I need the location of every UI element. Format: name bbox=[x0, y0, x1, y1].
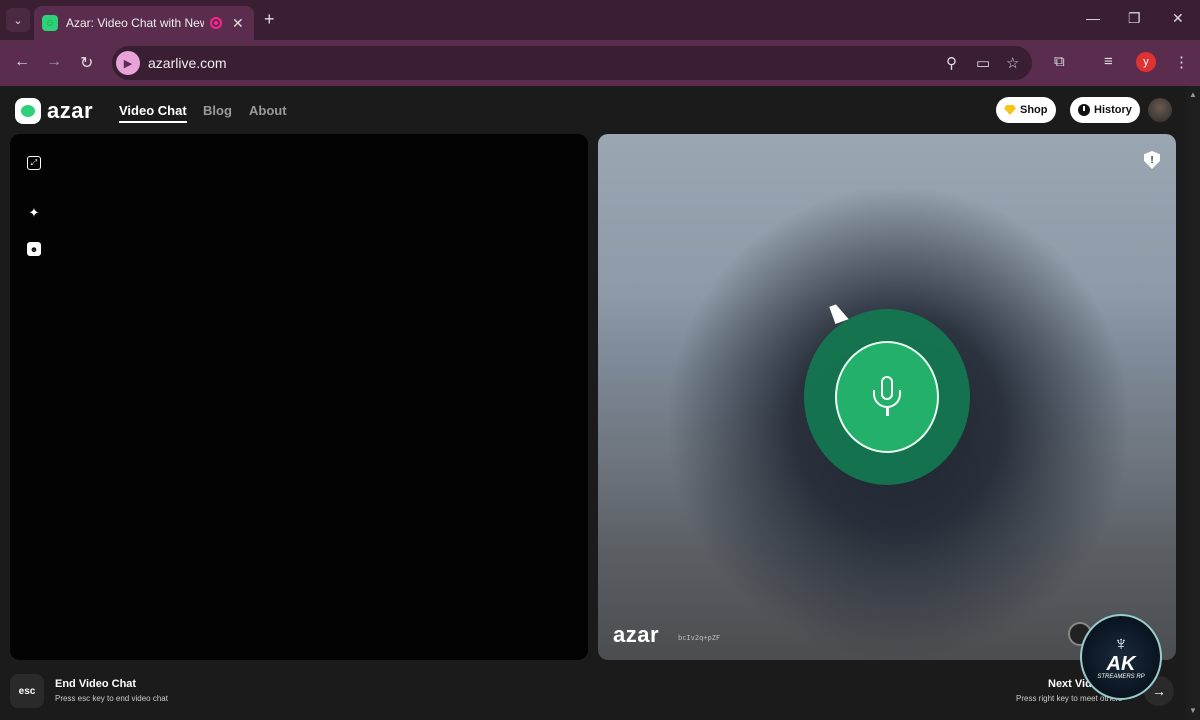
back-icon[interactable]: ← bbox=[14, 53, 30, 71]
azar-logo-icon bbox=[15, 98, 41, 124]
end-chat-hint: Press esc key to end video chat bbox=[55, 694, 168, 703]
url-text: azarlive.com bbox=[148, 55, 227, 71]
menu-icon[interactable]: ⋮ bbox=[1174, 53, 1189, 71]
logo-text: azar bbox=[47, 98, 94, 123]
shop-button[interactable]: Shop bbox=[996, 97, 1056, 123]
next-video-title: Next Vid bbox=[1048, 678, 1092, 690]
browser-toolbar: ← → ↻ ▶ azarlive.com ⚲ ▭ ☆ ⧉ ≡ y ⋮ bbox=[0, 40, 1200, 86]
address-bar[interactable]: ▶ azarlive.com ⚲ ▭ ☆ bbox=[112, 46, 1032, 80]
recording-icon bbox=[210, 17, 222, 29]
expand-icon[interactable]: ⤢ bbox=[27, 156, 41, 170]
clock-icon bbox=[1078, 104, 1090, 116]
badge-title: AK bbox=[1106, 653, 1136, 675]
browser-tab-bar: ⌄ ☺ Azar: Video Chat with New ✕ + — ❐ ✕ bbox=[0, 0, 1200, 40]
mic-icon bbox=[867, 372, 907, 422]
window-close-button[interactable]: ✕ bbox=[1172, 10, 1184, 27]
tab-title: Azar: Video Chat with New bbox=[66, 16, 204, 30]
scroll-up-icon[interactable]: ▲ bbox=[1189, 90, 1197, 99]
cast-icon[interactable]: ▭ bbox=[976, 54, 990, 72]
nav-blog[interactable]: Blog bbox=[203, 103, 232, 118]
reload-icon[interactable]: ↻ bbox=[80, 53, 93, 73]
azar-favicon-icon: ☺ bbox=[42, 15, 58, 31]
page-content: azar Video Chat Blog About Shop History … bbox=[0, 86, 1186, 720]
end-chat-title: End Video Chat bbox=[55, 678, 137, 690]
site-info-icon[interactable]: ▶ bbox=[116, 51, 140, 75]
search-icon[interactable]: ⚲ bbox=[946, 54, 957, 72]
streamer-badge: ♆ AK STREAMERS RP bbox=[1080, 614, 1162, 700]
tab-search-icon[interactable]: ⌄ bbox=[6, 8, 30, 32]
forward-icon[interactable]: → bbox=[46, 53, 62, 71]
shop-label: Shop bbox=[1020, 104, 1048, 116]
self-video-panel: ⤢ ✦ ☻ bbox=[10, 134, 588, 660]
browser-tab[interactable]: ☺ Azar: Video Chat with New ✕ bbox=[34, 6, 254, 40]
video-watermark-id: bcIv2q+pZF bbox=[678, 634, 721, 642]
video-watermark-logo: azar bbox=[613, 622, 660, 647]
nav-video-chat[interactable]: Video Chat bbox=[119, 103, 187, 123]
eagle-icon: ♆ bbox=[1113, 633, 1129, 655]
new-tab-button[interactable]: + bbox=[264, 9, 275, 30]
badge-subtitle: STREAMERS RP bbox=[1097, 674, 1145, 680]
star-icon[interactable]: ☆ bbox=[1006, 54, 1019, 72]
scroll-down-icon[interactable]: ▼ bbox=[1189, 706, 1197, 715]
azar-logo[interactable]: azar bbox=[15, 98, 93, 124]
shield-icon[interactable]: ! bbox=[1144, 151, 1160, 169]
history-label: History bbox=[1094, 104, 1132, 116]
media-icon[interactable]: ≡ bbox=[1104, 53, 1113, 70]
user-avatar[interactable] bbox=[1148, 98, 1172, 122]
mic-button[interactable] bbox=[835, 341, 939, 453]
extensions-icon[interactable]: ⧉ bbox=[1054, 53, 1065, 70]
face-mask-icon[interactable]: ☻ bbox=[27, 242, 41, 256]
minimize-button[interactable]: — bbox=[1086, 10, 1100, 26]
history-button[interactable]: History bbox=[1070, 97, 1140, 123]
gem-icon bbox=[1004, 105, 1016, 115]
restore-button[interactable]: ❐ bbox=[1128, 10, 1141, 27]
tab-close-icon[interactable]: ✕ bbox=[232, 15, 244, 32]
sparkle-effects-icon[interactable]: ✦ bbox=[27, 205, 41, 220]
nav-about[interactable]: About bbox=[249, 103, 287, 118]
page-scrollbar[interactable]: ▲ ▼ bbox=[1186, 86, 1200, 720]
partner-video-panel: ! azar bcIv2q+pZF bbox=[598, 134, 1176, 660]
profile-avatar[interactable]: y bbox=[1136, 52, 1156, 72]
esc-key-button[interactable]: esc bbox=[10, 674, 44, 708]
